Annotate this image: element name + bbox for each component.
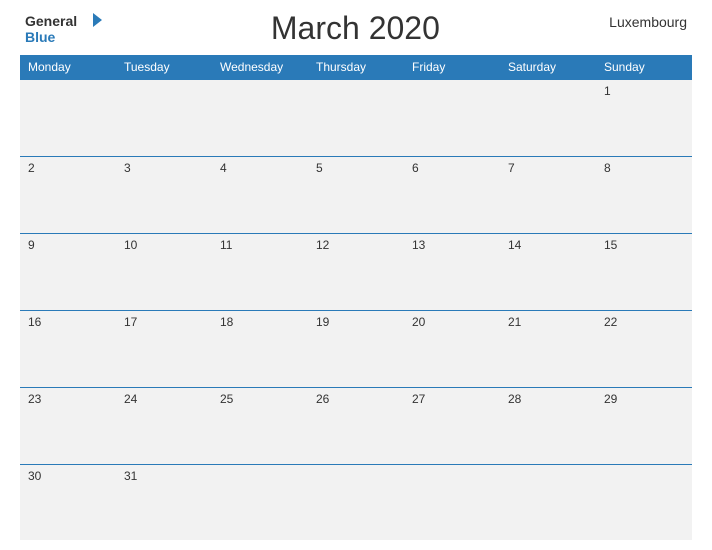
- calendar-week-row: 23242526272829: [20, 387, 692, 464]
- logo-blue-text: Blue: [25, 30, 102, 44]
- calendar-day-cell: 24: [116, 387, 212, 464]
- calendar-week-row: 1: [20, 80, 692, 157]
- calendar-day-cell: 21: [500, 310, 596, 387]
- calendar-day-cell: 2: [20, 156, 116, 233]
- calendar-day-cell: [308, 464, 404, 540]
- page-header: General Blue March 2020 Luxembourg: [20, 10, 692, 47]
- calendar-body: 1234567891011121314151617181920212223242…: [20, 80, 692, 541]
- calendar-day-cell: 29: [596, 387, 692, 464]
- calendar-day-cell: 3: [116, 156, 212, 233]
- calendar-day-cell: 27: [404, 387, 500, 464]
- calendar-day-cell: 5: [308, 156, 404, 233]
- calendar-day-cell: 11: [212, 233, 308, 310]
- weekday-header: Saturday: [500, 55, 596, 80]
- page-title: March 2020: [271, 10, 440, 47]
- calendar-week-row: 3031: [20, 464, 692, 540]
- calendar-day-cell: 1: [596, 80, 692, 157]
- calendar-day-cell: [212, 80, 308, 157]
- weekday-header: Wednesday: [212, 55, 308, 80]
- calendar-day-cell: 23: [20, 387, 116, 464]
- calendar-day-cell: 15: [596, 233, 692, 310]
- calendar-day-cell: [500, 464, 596, 540]
- calendar-day-cell: 28: [500, 387, 596, 464]
- calendar-day-cell: 26: [308, 387, 404, 464]
- calendar-header-row: MondayTuesdayWednesdayThursdayFridaySatu…: [20, 55, 692, 80]
- calendar-day-cell: [116, 80, 212, 157]
- calendar-day-cell: 20: [404, 310, 500, 387]
- calendar-day-cell: 14: [500, 233, 596, 310]
- calendar-day-cell: 16: [20, 310, 116, 387]
- calendar-day-cell: 25: [212, 387, 308, 464]
- weekday-header: Friday: [404, 55, 500, 80]
- calendar-day-cell: [596, 464, 692, 540]
- calendar-week-row: 9101112131415: [20, 233, 692, 310]
- calendar-day-cell: 7: [500, 156, 596, 233]
- calendar-day-cell: 13: [404, 233, 500, 310]
- logo-flag-icon: [84, 13, 102, 27]
- calendar-day-cell: 9: [20, 233, 116, 310]
- calendar-week-row: 16171819202122: [20, 310, 692, 387]
- calendar-day-cell: 10: [116, 233, 212, 310]
- country-label: Luxembourg: [609, 10, 687, 30]
- weekday-header: Sunday: [596, 55, 692, 80]
- calendar-day-cell: [212, 464, 308, 540]
- calendar-day-cell: [404, 464, 500, 540]
- calendar-week-row: 2345678: [20, 156, 692, 233]
- calendar-day-cell: 19: [308, 310, 404, 387]
- calendar-day-cell: [20, 80, 116, 157]
- weekday-header: Thursday: [308, 55, 404, 80]
- calendar-day-cell: 30: [20, 464, 116, 540]
- calendar-day-cell: 18: [212, 310, 308, 387]
- calendar-day-cell: [500, 80, 596, 157]
- calendar-day-cell: 22: [596, 310, 692, 387]
- calendar-day-cell: [404, 80, 500, 157]
- calendar-day-cell: 12: [308, 233, 404, 310]
- calendar-day-cell: 6: [404, 156, 500, 233]
- logo-general-text: General: [25, 13, 77, 29]
- weekday-header: Tuesday: [116, 55, 212, 80]
- calendar-day-cell: [308, 80, 404, 157]
- calendar-day-cell: 4: [212, 156, 308, 233]
- weekday-header: Monday: [20, 55, 116, 80]
- calendar-table: MondayTuesdayWednesdayThursdayFridaySatu…: [20, 55, 692, 540]
- calendar-day-cell: 31: [116, 464, 212, 540]
- calendar-day-cell: 17: [116, 310, 212, 387]
- calendar-day-cell: 8: [596, 156, 692, 233]
- logo: General Blue: [25, 14, 102, 44]
